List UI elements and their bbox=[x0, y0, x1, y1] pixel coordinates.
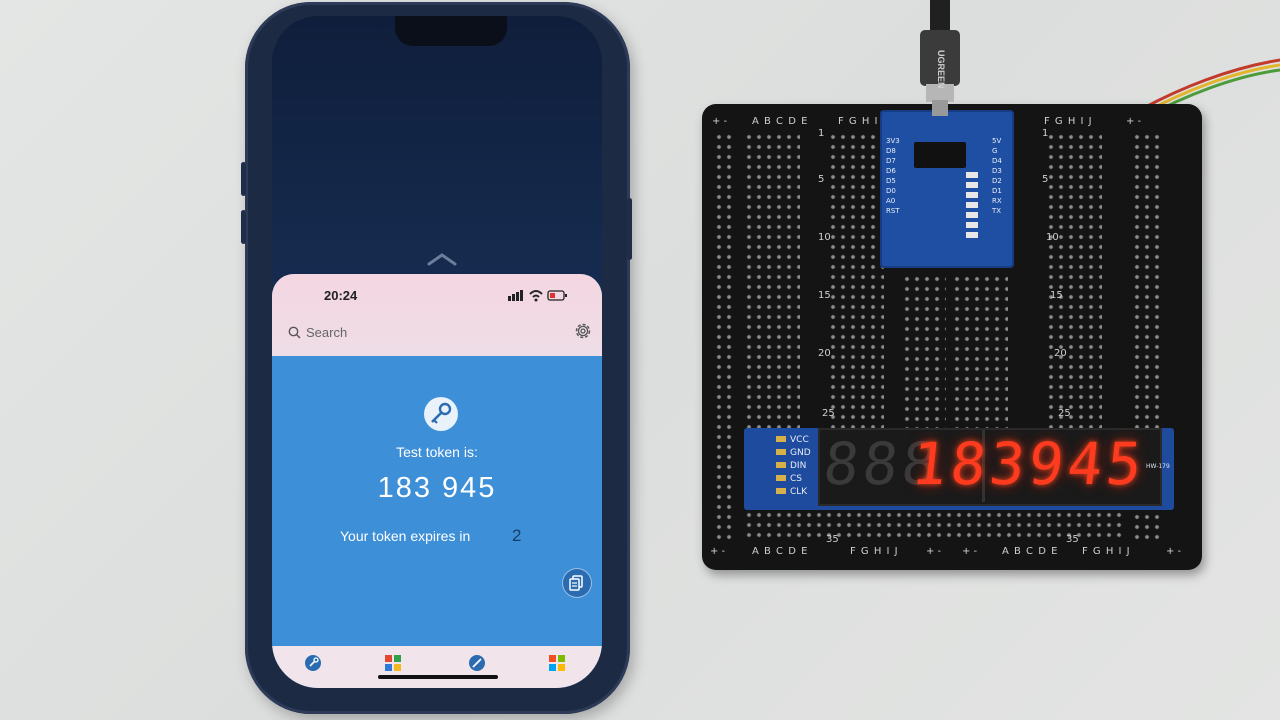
microcontroller-board: 3V3 D8 D7 D6 D5 D0 A0 RST 5V G D4 D3 D2 … bbox=[880, 110, 1014, 268]
copy-button[interactable] bbox=[562, 568, 592, 598]
volume-up-button bbox=[241, 162, 246, 196]
resistor-array bbox=[966, 172, 978, 242]
notch bbox=[395, 16, 507, 46]
hole-grid-a-e-right bbox=[952, 274, 1008, 434]
row-label-25: 25 bbox=[822, 408, 835, 419]
rail-label-bottom-mid-left: + - bbox=[926, 546, 942, 557]
rail-label-bottom-left: + - bbox=[710, 546, 726, 557]
tab-bar bbox=[272, 646, 602, 688]
row-label-35: 35 bbox=[826, 534, 839, 545]
tab-grid-icon[interactable] bbox=[384, 654, 402, 672]
row-label-20: 20 bbox=[818, 348, 831, 359]
columns-label-top-right: F G H I J bbox=[1044, 116, 1093, 127]
header-pins bbox=[776, 436, 786, 500]
chip bbox=[914, 142, 966, 168]
rail-label-top-left: + - bbox=[712, 116, 728, 127]
controller-pins-right: 5V G D4 D3 D2 D1 RX TX bbox=[992, 137, 1002, 215]
chevron-up-icon[interactable] bbox=[427, 252, 457, 266]
row-label-15: 15 bbox=[818, 290, 831, 301]
row-label-10-right: 10 bbox=[1046, 232, 1059, 243]
row-label-5-right: 5 bbox=[1042, 174, 1049, 185]
row-label-1: 1 bbox=[818, 128, 825, 139]
row-label-5: 5 bbox=[818, 174, 825, 185]
expires-label: Your token expires in bbox=[340, 528, 471, 544]
controller-pins-left: 3V3 D8 D7 D6 D5 D0 A0 RST bbox=[886, 137, 900, 215]
authenticator-app-sheet: 20:24 Search Test token is: 183 945 Your… bbox=[272, 274, 602, 688]
row-label-25-right: 25 bbox=[1058, 408, 1071, 419]
module-model-label: HW-179 bbox=[1146, 463, 1170, 470]
smartphone: 20:24 Search Test token is: 183 945 Your… bbox=[241, 2, 632, 714]
display-pin-labels: VCC GND DIN CS CLK bbox=[790, 435, 811, 497]
power-button bbox=[627, 198, 632, 260]
search-placeholder: Search bbox=[306, 325, 348, 340]
columns-label-bottom-mid: F G H I J bbox=[850, 546, 899, 557]
volume-down-button bbox=[241, 210, 246, 244]
cable-brand-label: UGREEN bbox=[936, 50, 946, 89]
search-input[interactable]: Search bbox=[288, 318, 548, 348]
hole-grid-f-j-left bbox=[828, 132, 884, 432]
copy-icon bbox=[569, 575, 583, 591]
phone-screen: 20:24 Search Test token is: 183 945 Your… bbox=[272, 16, 602, 688]
tab-pencil-icon[interactable] bbox=[468, 654, 486, 672]
rail-label-bottom-mid-right: + - bbox=[962, 546, 978, 557]
rail-label-top-right: + - bbox=[1126, 116, 1142, 127]
row-label-35-right: 35 bbox=[1066, 534, 1079, 545]
row-label-1-right: 1 bbox=[1042, 128, 1049, 139]
power-rail-left bbox=[714, 132, 736, 542]
home-indicator[interactable] bbox=[378, 675, 498, 679]
token-value[interactable]: 183 945 bbox=[272, 472, 602, 505]
hole-grid-a-e-left bbox=[744, 132, 800, 432]
row-label-10: 10 bbox=[818, 232, 831, 243]
key-icon bbox=[424, 397, 458, 431]
expires-countdown: 2 bbox=[512, 526, 522, 545]
row-label-15-right: 15 bbox=[1050, 290, 1063, 301]
hole-grid-f-j-right bbox=[1046, 132, 1102, 432]
token-label: Test token is: bbox=[396, 444, 478, 460]
row-label-20-right: 20 bbox=[1054, 348, 1067, 359]
lit-digits: 183945 bbox=[908, 430, 1150, 498]
search-icon bbox=[288, 326, 301, 339]
center-rail bbox=[902, 274, 946, 434]
columns-label-bottom-left: A B C D E bbox=[752, 546, 809, 557]
status-icons bbox=[508, 290, 567, 302]
app-header: 20:24 Search bbox=[272, 274, 602, 356]
columns-label-top-left: A B C D E bbox=[752, 116, 809, 127]
tab-key-icon[interactable] bbox=[304, 654, 322, 672]
columns-label-bottom-right: A B C D E bbox=[1002, 546, 1059, 557]
tab-apps-icon[interactable] bbox=[548, 654, 566, 672]
status-time: 20:24 bbox=[324, 288, 358, 303]
rail-label-bottom-right: + - bbox=[1166, 546, 1182, 557]
columns-label-bottom-far-right: F G H I J bbox=[1082, 546, 1131, 557]
gear-icon[interactable] bbox=[572, 320, 594, 342]
